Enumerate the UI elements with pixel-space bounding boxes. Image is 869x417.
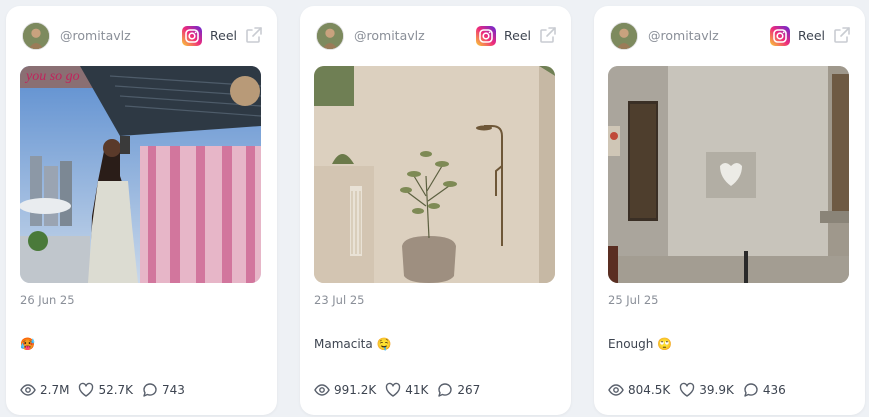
likes-stat: 52.7K — [78, 382, 133, 398]
external-link-icon[interactable] — [832, 25, 852, 45]
post-stats: 991.2K 41K 267 — [314, 381, 489, 399]
comment-icon — [143, 383, 157, 397]
post-card[interactable]: @romitavlz Reel 23 Jul 25 Mamacita 🤤 991… — [300, 6, 571, 415]
post-stats: 2.7M 52.7K 743 — [20, 381, 194, 399]
post-date: 26 Jun 25 — [20, 293, 75, 307]
instagram-icon — [476, 26, 496, 46]
likes-stat: 39.9K — [679, 382, 734, 398]
comments-count: 436 — [762, 383, 786, 397]
likes-count: 41K — [405, 383, 429, 397]
post-card[interactable]: @romitavlz Reel 25 Jul 25 Enough � — [594, 6, 865, 415]
eye-icon — [314, 384, 330, 396]
views-stat: 991.2K — [314, 382, 376, 398]
comments-count: 743 — [162, 383, 185, 397]
likes-stat: 41K — [385, 382, 428, 398]
post-thumbnail[interactable] — [608, 66, 849, 283]
likes-count: 39.9K — [699, 383, 734, 397]
post-card[interactable]: @romitavlz Reel you so go 26 Jun 25 🥵 2.… — [6, 6, 277, 415]
external-link-icon[interactable] — [538, 25, 558, 45]
heart-icon — [386, 382, 401, 397]
post-date: 23 Jul 25 — [314, 293, 365, 307]
platform-label: Reel — [210, 28, 237, 43]
post-date: 25 Jul 25 — [608, 293, 659, 307]
heart-icon — [79, 382, 94, 397]
comments-stat: 743 — [142, 382, 185, 398]
card-header: @romitavlz Reel — [6, 6, 277, 66]
username[interactable]: @romitavlz — [60, 28, 131, 43]
card-header: @romitavlz Reel — [594, 6, 865, 66]
views-count: 991.2K — [334, 383, 377, 397]
instagram-icon — [182, 26, 202, 46]
avatar[interactable] — [610, 22, 638, 50]
post-stats: 804.5K 39.9K 436 — [608, 381, 795, 399]
eye-icon — [608, 384, 624, 396]
platform-label: Reel — [798, 28, 825, 43]
post-caption: 🥵 — [20, 337, 35, 351]
comments-stat: 436 — [743, 382, 786, 398]
svg-text:you so go: you so go — [24, 69, 80, 84]
avatar[interactable] — [316, 22, 344, 50]
comment-icon — [438, 383, 453, 397]
post-caption: Enough 🙄 — [608, 337, 673, 351]
heart-icon — [680, 382, 695, 397]
external-link-icon[interactable] — [244, 25, 264, 45]
username[interactable]: @romitavlz — [354, 28, 425, 43]
username[interactable]: @romitavlz — [648, 28, 719, 43]
views-stat: 2.7M — [20, 382, 69, 398]
comments-count: 267 — [457, 383, 481, 397]
views-stat: 804.5K — [608, 382, 670, 398]
comment-icon — [744, 383, 758, 397]
comments-stat: 267 — [437, 382, 480, 398]
avatar[interactable] — [22, 22, 50, 50]
platform-label: Reel — [504, 28, 531, 43]
card-header: @romitavlz Reel — [300, 6, 571, 66]
views-count: 2.7M — [40, 383, 70, 397]
post-thumbnail[interactable]: you so go — [20, 66, 261, 283]
post-caption: Mamacita 🤤 — [314, 337, 392, 351]
instagram-icon — [770, 26, 790, 46]
post-thumbnail[interactable] — [314, 66, 555, 283]
eye-icon — [20, 384, 36, 396]
views-count: 804.5K — [628, 383, 671, 397]
likes-count: 52.7K — [98, 383, 134, 397]
